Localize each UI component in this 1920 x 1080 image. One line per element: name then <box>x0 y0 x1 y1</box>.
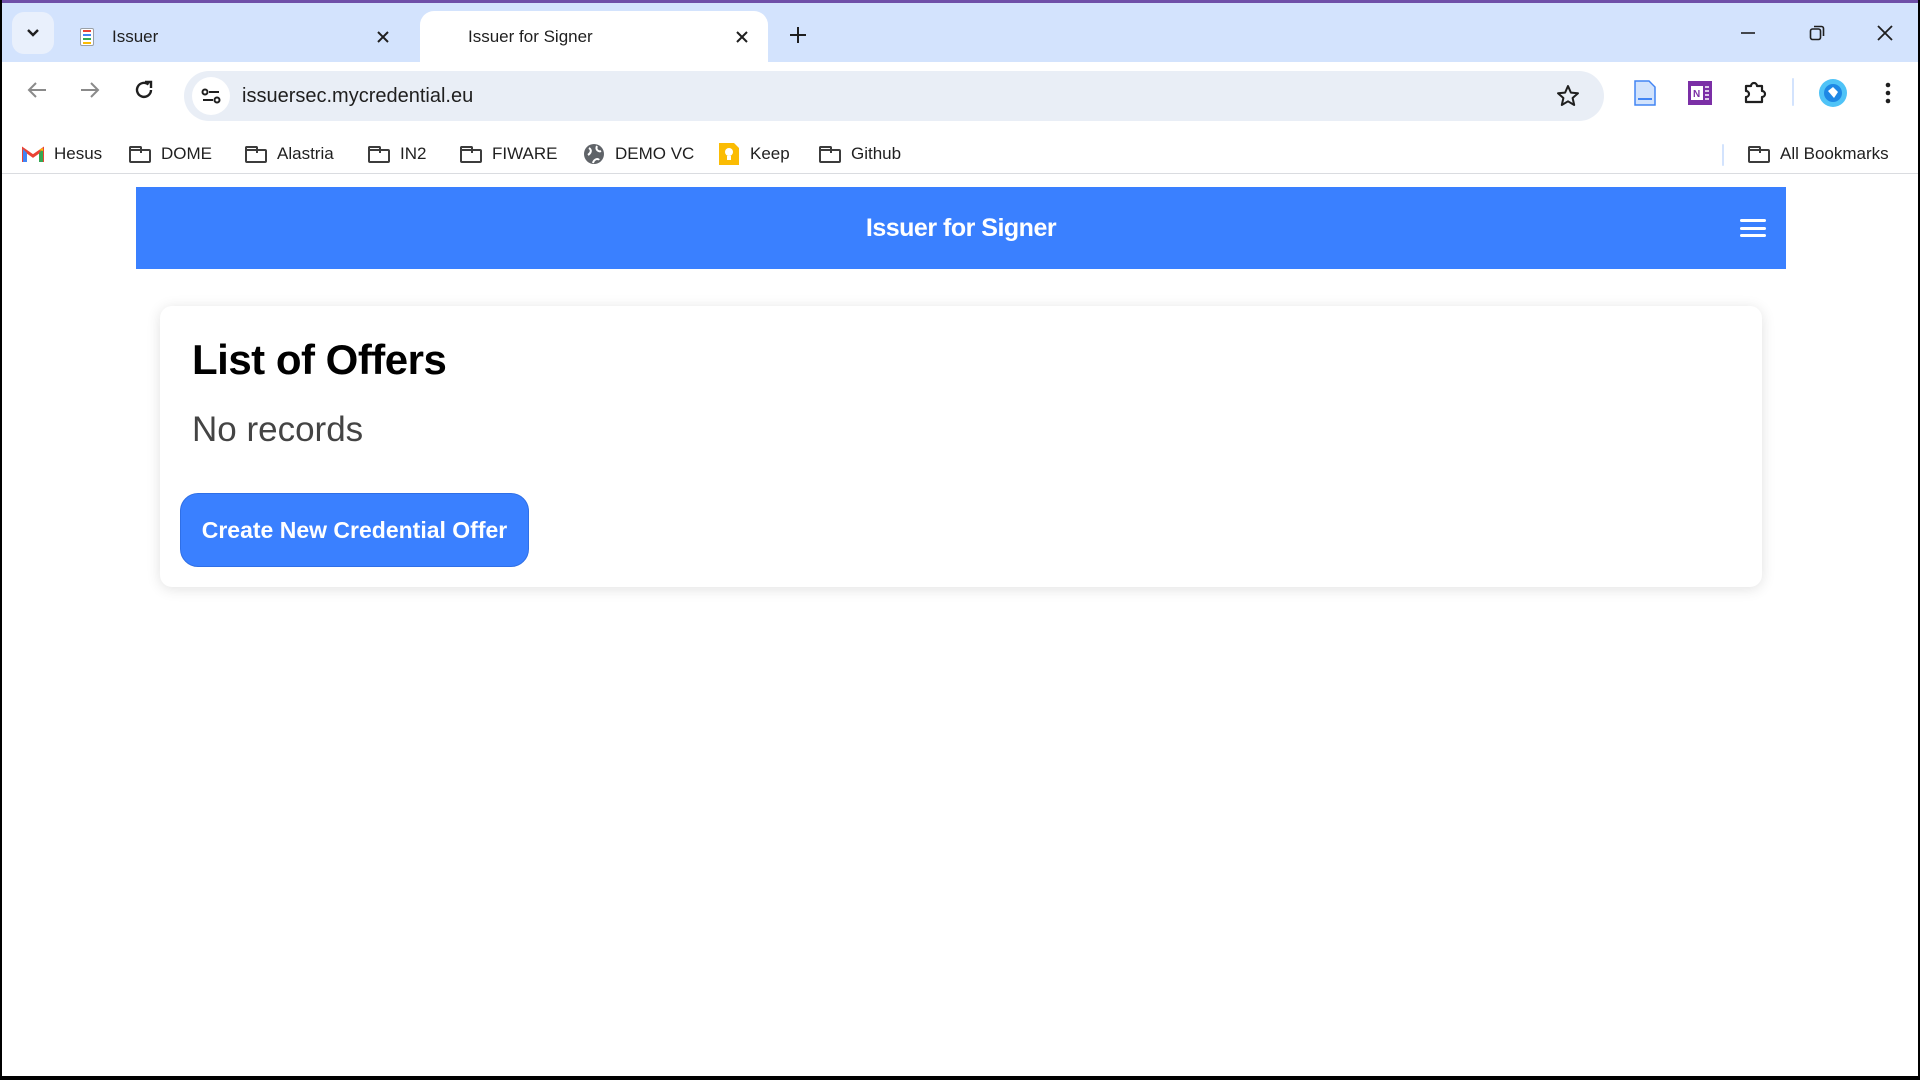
document-icon <box>80 27 94 46</box>
bookmark-dome[interactable]: DOME <box>129 140 212 168</box>
bookmark-label: Keep <box>750 144 790 163</box>
offers-card: List of Offers No records Create New Cre… <box>160 306 1762 587</box>
tab-issuer-for-signer[interactable]: Issuer for Signer <box>420 11 768 62</box>
all-bookmarks-label: All Bookmarks <box>1780 144 1889 163</box>
menu-icon <box>1740 234 1766 237</box>
bookmark-demo-vc[interactable]: DEMO VC <box>583 140 694 168</box>
all-bookmarks-button[interactable]: All Bookmarks <box>1748 140 1889 168</box>
restore-icon <box>1809 25 1825 41</box>
extension-onenote-button[interactable]: N <box>1684 77 1716 109</box>
browser-window: Issuer Issuer for Signer issuersec.mycre… <box>2 0 1918 1076</box>
tab-title: Issuer <box>112 26 159 46</box>
url-text[interactable]: issuersec.mycredential.eu <box>242 85 1548 108</box>
app-header: Issuer for Signer <box>136 187 1786 269</box>
bookmark-label: DOME <box>161 144 212 163</box>
onenote-icon: N <box>1688 81 1712 105</box>
folder-icon <box>129 145 151 163</box>
tune-icon <box>201 88 221 104</box>
svg-text:N: N <box>1693 89 1700 100</box>
bookmark-label: DEMO VC <box>615 144 695 163</box>
globe-icon <box>584 144 604 164</box>
more-vertical-icon <box>1885 82 1891 104</box>
back-button[interactable] <box>19 72 55 108</box>
menu-icon <box>1740 226 1766 230</box>
toolbar-divider <box>1792 78 1794 106</box>
arrow-right-icon <box>81 82 100 98</box>
close-window-button[interactable] <box>1862 15 1908 51</box>
bookmark-label: FIWARE <box>492 144 558 163</box>
reload-icon <box>135 80 153 99</box>
plus-icon <box>790 27 806 43</box>
minimize-button[interactable] <box>1725 15 1771 51</box>
document-icon <box>1634 80 1656 106</box>
reload-button[interactable] <box>126 72 162 108</box>
folder-icon <box>1748 145 1770 163</box>
bookmark-fiware[interactable]: FIWARE <box>460 140 557 168</box>
app-title: Issuer for Signer <box>865 213 1057 242</box>
bookmark-hesus[interactable]: Hesus <box>22 140 102 168</box>
page-title: List of Offers <box>192 336 447 383</box>
folder-icon <box>460 145 482 163</box>
extension-docs-button[interactable] <box>1629 77 1661 109</box>
bookmark-keep[interactable]: Keep <box>718 140 790 168</box>
bookmark-label: Hesus <box>54 144 103 163</box>
avatar-icon <box>1819 79 1847 107</box>
bookmark-alastria[interactable]: Alastria <box>245 140 334 168</box>
create-credential-offer-button[interactable]: Create New Credential Offer <box>180 493 529 567</box>
forward-button[interactable] <box>72 72 108 108</box>
bookmarks-divider <box>1722 144 1724 166</box>
tab-title: Issuer for Signer <box>468 26 593 46</box>
bookmark-star-button[interactable] <box>1548 76 1588 116</box>
close-tab-button[interactable] <box>730 25 754 49</box>
keep-icon <box>719 143 739 165</box>
folder-icon <box>245 145 267 163</box>
bookmarks-bar: Hesus DOME Alastria IN2 FIWARE DEMO VC K… <box>2 134 1918 174</box>
bookmark-label: IN2 <box>400 144 427 163</box>
hamburger-menu-button[interactable] <box>1740 217 1766 239</box>
puzzle-icon <box>1744 81 1767 104</box>
tab-issuer[interactable]: Issuer <box>64 11 409 62</box>
close-icon <box>377 30 389 43</box>
empty-state-text: No records <box>192 410 364 449</box>
tab-strip: Issuer Issuer for Signer <box>2 3 1918 62</box>
extensions-button[interactable] <box>1739 77 1771 109</box>
minimize-icon <box>1741 32 1755 34</box>
star-icon <box>1557 85 1579 106</box>
bookmark-label: Github <box>851 144 902 163</box>
address-bar[interactable]: issuersec.mycredential.eu <box>184 71 1604 121</box>
browser-menu-button[interactable] <box>1872 77 1904 109</box>
close-tab-button[interactable] <box>371 25 395 49</box>
new-tab-button[interactable] <box>784 21 812 49</box>
site-info-button[interactable] <box>192 77 230 115</box>
close-icon <box>736 30 748 43</box>
folder-icon <box>819 145 841 163</box>
profile-avatar-button[interactable] <box>1817 77 1849 109</box>
close-icon <box>1877 25 1893 41</box>
bookmark-github[interactable]: Github <box>819 140 901 168</box>
restore-button[interactable] <box>1794 15 1840 51</box>
chevron-down-icon <box>27 29 39 37</box>
menu-icon <box>1740 219 1766 222</box>
page-content: Issuer for Signer List of Offers No reco… <box>2 184 1918 1076</box>
browser-toolbar: issuersec.mycredential.eu N <box>2 62 1918 121</box>
gmail-icon <box>22 145 44 162</box>
bookmark-in2[interactable]: IN2 <box>368 140 426 168</box>
tab-search-button[interactable] <box>12 12 54 54</box>
arrow-left-icon <box>27 82 46 98</box>
folder-icon <box>368 145 390 163</box>
bookmark-label: Alastria <box>277 144 334 163</box>
